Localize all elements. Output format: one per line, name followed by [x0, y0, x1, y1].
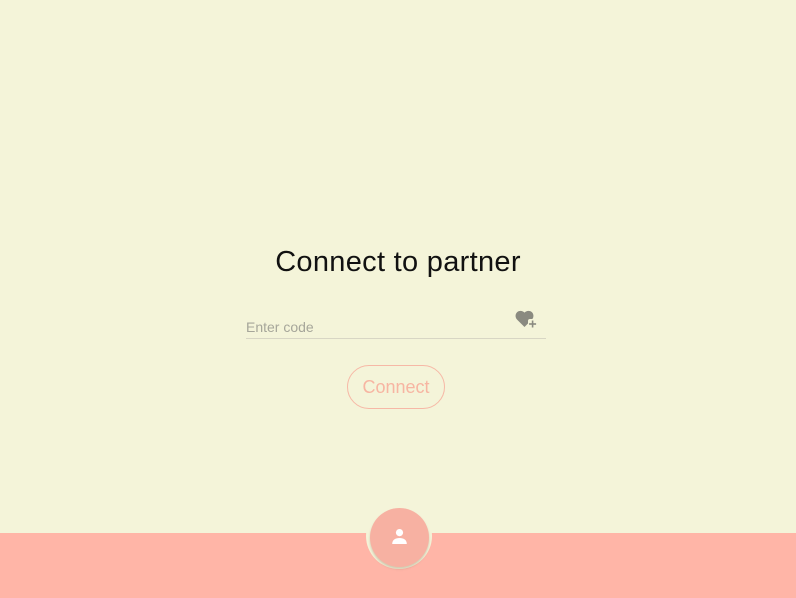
- code-input[interactable]: [246, 317, 506, 337]
- page-title: Connect to partner: [275, 246, 521, 278]
- profile-button[interactable]: [370, 508, 429, 567]
- heart-plus-icon[interactable]: [515, 309, 537, 329]
- connect-screen: Connect to partner Connect: [0, 0, 796, 598]
- code-field[interactable]: [246, 306, 546, 339]
- person-icon: [392, 529, 407, 544]
- connect-button[interactable]: Connect: [347, 365, 445, 409]
